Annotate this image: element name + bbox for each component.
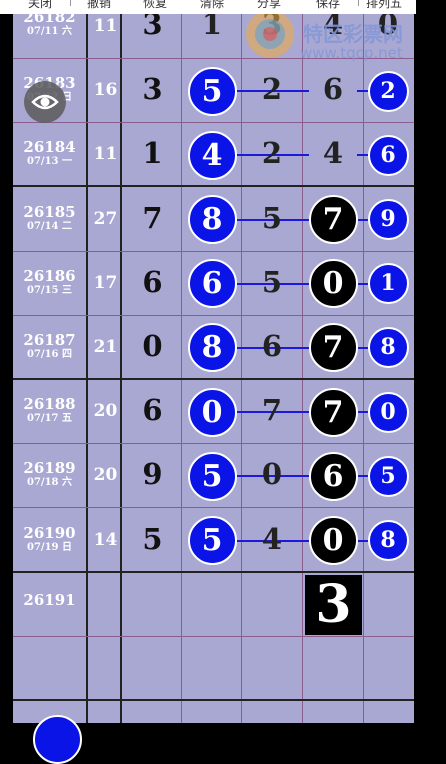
issue-date: 07/15 三 (27, 284, 72, 296)
lottery-mode-button[interactable]: 排列五 (366, 0, 402, 10)
digit-4-ball[interactable]: 7 (308, 323, 358, 373)
digit-1-value: 6 (142, 264, 163, 299)
issue-number: 26189 (23, 459, 76, 478)
digit-3-value: 5 (261, 200, 283, 235)
ball-connector-line (357, 539, 368, 542)
digit-3-value: 5 (261, 264, 283, 299)
issue-date: 07/11 六 (27, 26, 72, 37)
table-row-empty (13, 637, 414, 701)
watermark-url: www.tqcp.net (300, 44, 403, 62)
digit-1-value: 6 (142, 393, 163, 428)
digit-1-value: 3 (142, 72, 163, 107)
digit-4-ball[interactable]: 0 (308, 516, 358, 565)
eye-icon (31, 94, 59, 110)
digit-3-value: 2 (261, 136, 283, 171)
digit-4-ball[interactable]: 7 (308, 387, 358, 437)
digit-2-ball[interactable]: 5 (187, 451, 237, 501)
ball-connector-line (357, 218, 368, 221)
digit-2-ball[interactable]: 5 (187, 66, 237, 116)
digit-5-ball[interactable]: 0 (367, 391, 409, 433)
digit-1-value: 0 (142, 328, 163, 363)
issue-number: 26190 (23, 523, 76, 542)
digit-1-value: 1 (142, 136, 163, 171)
issue-number: 26186 (23, 266, 76, 285)
digit-5-ball[interactable]: 2 (367, 70, 409, 112)
issue-date: 07/19 日 (27, 541, 72, 553)
digit-4-ball[interactable]: 7 (308, 195, 358, 244)
share-button[interactable]: 分享 (257, 0, 281, 10)
toolbar: 关闭 撤销 恢复 清除 分享 保存 排列五 (0, 0, 416, 14)
sum-value: 16 (93, 80, 118, 101)
toolbar-separator (70, 0, 71, 6)
digit-3-value: 7 (261, 393, 283, 428)
ball-connector-line (357, 346, 368, 349)
issue-number: 26185 (23, 202, 76, 221)
restore-button[interactable]: 恢复 (143, 0, 167, 10)
ball-connector-line (357, 475, 368, 478)
sum-value: 17 (93, 272, 118, 293)
issue-date: 07/16 四 (27, 348, 72, 360)
issue-cell: 26191 (13, 591, 86, 609)
digit-4-ball[interactable]: 6 (308, 451, 358, 501)
digit-3-value: 4 (261, 521, 283, 556)
selected-digit-marker[interactable]: 3 (305, 574, 362, 635)
digit-4-ball[interactable]: 0 (308, 259, 358, 309)
save-button[interactable]: 保存 (316, 0, 340, 10)
digit-5-ball[interactable]: 9 (367, 199, 409, 240)
sum-value: 27 (93, 208, 118, 229)
digit-5-ball[interactable]: 8 (367, 520, 409, 561)
sum-value: 21 (93, 336, 118, 357)
ball-connector-line (357, 411, 368, 414)
issue-cell: 26187 07/16 四 (13, 331, 86, 361)
digit-5-ball[interactable]: 8 (367, 327, 409, 369)
sum-value: 20 (93, 401, 118, 422)
issue-number: 26187 (23, 330, 76, 349)
issue-cell: 26188 07/17 五 (13, 395, 86, 425)
sum-value: 11 (93, 16, 118, 36)
issue-number: 26184 (23, 138, 76, 157)
issue-number: 26191 (23, 590, 76, 609)
digit-1-value: 7 (142, 200, 163, 235)
digit-2-ball[interactable]: 5 (187, 516, 237, 565)
digit-2-ball[interactable]: 8 (187, 323, 237, 373)
issue-cell: 26189 07/18 六 (13, 459, 86, 489)
digit-2-ball[interactable]: 8 (187, 195, 237, 244)
undo-button[interactable]: 撤销 (87, 0, 111, 10)
issue-number: 26188 (23, 395, 76, 414)
sum-value: 11 (93, 144, 118, 165)
issue-date: 07/17 五 (27, 413, 72, 425)
digit-5-ball[interactable]: 6 (367, 134, 409, 176)
digit-2-ball[interactable]: 0 (187, 387, 237, 437)
watermark-name: 特区彩票网 (303, 22, 403, 46)
sum-value: 20 (93, 465, 118, 486)
issue-cell: 26185 07/14 二 (13, 203, 86, 233)
issue-cell: 26186 07/15 三 (13, 267, 86, 297)
trend-chart-grid: 2618207/11 六11313402618307/12 日163526226… (13, 0, 414, 764)
site-logo-icon (246, 10, 294, 58)
sum-value: 14 (93, 529, 118, 550)
partial-ball[interactable] (33, 715, 82, 764)
ball-connector-line (357, 282, 368, 285)
clear-button[interactable]: 清除 (200, 0, 224, 10)
issue-date: 07/13 一 (27, 156, 72, 168)
issue-date: 07/14 二 (27, 220, 72, 232)
digit-5-ball[interactable]: 1 (367, 263, 409, 305)
digit-1-value: 9 (142, 457, 163, 492)
digit-1-value: 5 (142, 521, 163, 556)
digit-5-ball[interactable]: 5 (367, 455, 409, 497)
digit-3-value: 2 (261, 72, 283, 107)
digit-2-ball[interactable]: 4 (187, 130, 237, 180)
digit-3-value: 0 (261, 457, 283, 492)
issue-cell: 26184 07/13 一 (13, 138, 86, 168)
digit-2-ball[interactable]: 6 (187, 259, 237, 309)
issue-date: 07/18 六 (27, 477, 72, 489)
eye-toggle-button[interactable] (24, 81, 66, 123)
issue-cell: 26190 07/19 日 (13, 524, 86, 554)
digit-3-value: 6 (261, 328, 283, 363)
digit-4-value: 4 (322, 136, 344, 171)
toolbar-separator (358, 0, 359, 6)
close-button[interactable]: 关闭 (28, 0, 52, 10)
digit-4-value: 6 (322, 72, 344, 107)
